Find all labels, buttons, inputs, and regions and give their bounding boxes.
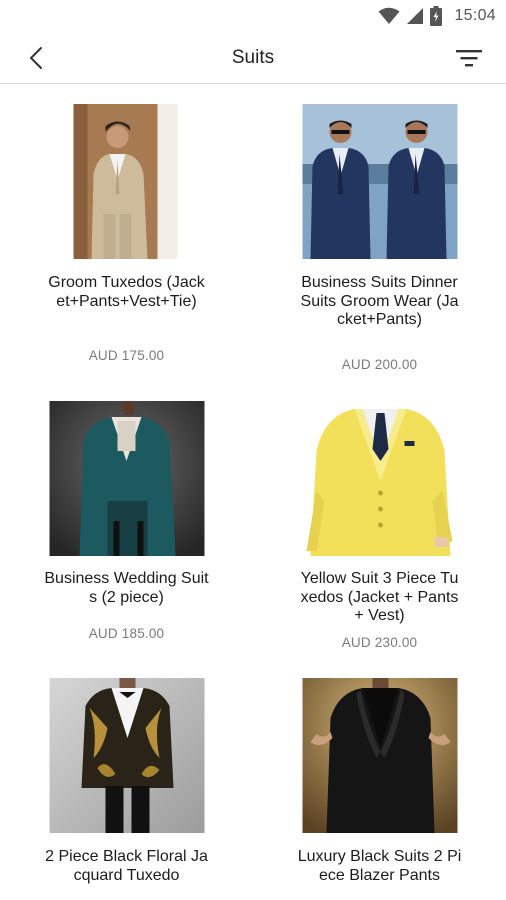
product-name[interactable]: Business Wedding Suits (2 piece) bbox=[0, 570, 253, 607]
product-name[interactable]: Luxury Black Suits 2 Piece Blazer Pants bbox=[253, 848, 506, 885]
product-name[interactable]: Business Suits Dinner Suits Groom Wear (… bbox=[253, 274, 506, 330]
battery-icon bbox=[430, 6, 443, 26]
product-price: AUD 185.00 bbox=[88, 626, 165, 641]
product-name[interactable]: Yellow Suit 3 Piece Tuxedos (Jacket + Pa… bbox=[253, 570, 506, 626]
product-image[interactable] bbox=[302, 104, 457, 259]
product-image[interactable] bbox=[302, 678, 457, 833]
chevron-left-icon bbox=[29, 47, 42, 69]
product-image[interactable] bbox=[49, 104, 204, 259]
product-image[interactable] bbox=[49, 678, 204, 833]
product-price: AUD 200.00 bbox=[341, 357, 418, 372]
back-button[interactable] bbox=[22, 44, 50, 72]
app-bar: Suits bbox=[0, 32, 506, 84]
product-price: AUD 175.00 bbox=[88, 348, 165, 363]
product-image[interactable] bbox=[302, 401, 457, 556]
signal-icon bbox=[407, 8, 424, 24]
page-title: Suits bbox=[231, 46, 275, 68]
product-name[interactable]: Groom Tuxedos (Jacket+Pants+Vest+Tie) bbox=[0, 274, 253, 311]
filter-icon bbox=[456, 50, 482, 67]
status-bar: 15:04 bbox=[0, 0, 506, 32]
filter-button[interactable] bbox=[454, 44, 484, 72]
product-image[interactable] bbox=[49, 401, 204, 556]
wifi-icon bbox=[378, 7, 400, 24]
product-price: AUD 230.00 bbox=[341, 635, 418, 650]
status-time: 15:04 bbox=[454, 7, 496, 24]
product-name[interactable]: 2 Piece Black Floral Jacquard Tuxedo bbox=[0, 848, 253, 885]
